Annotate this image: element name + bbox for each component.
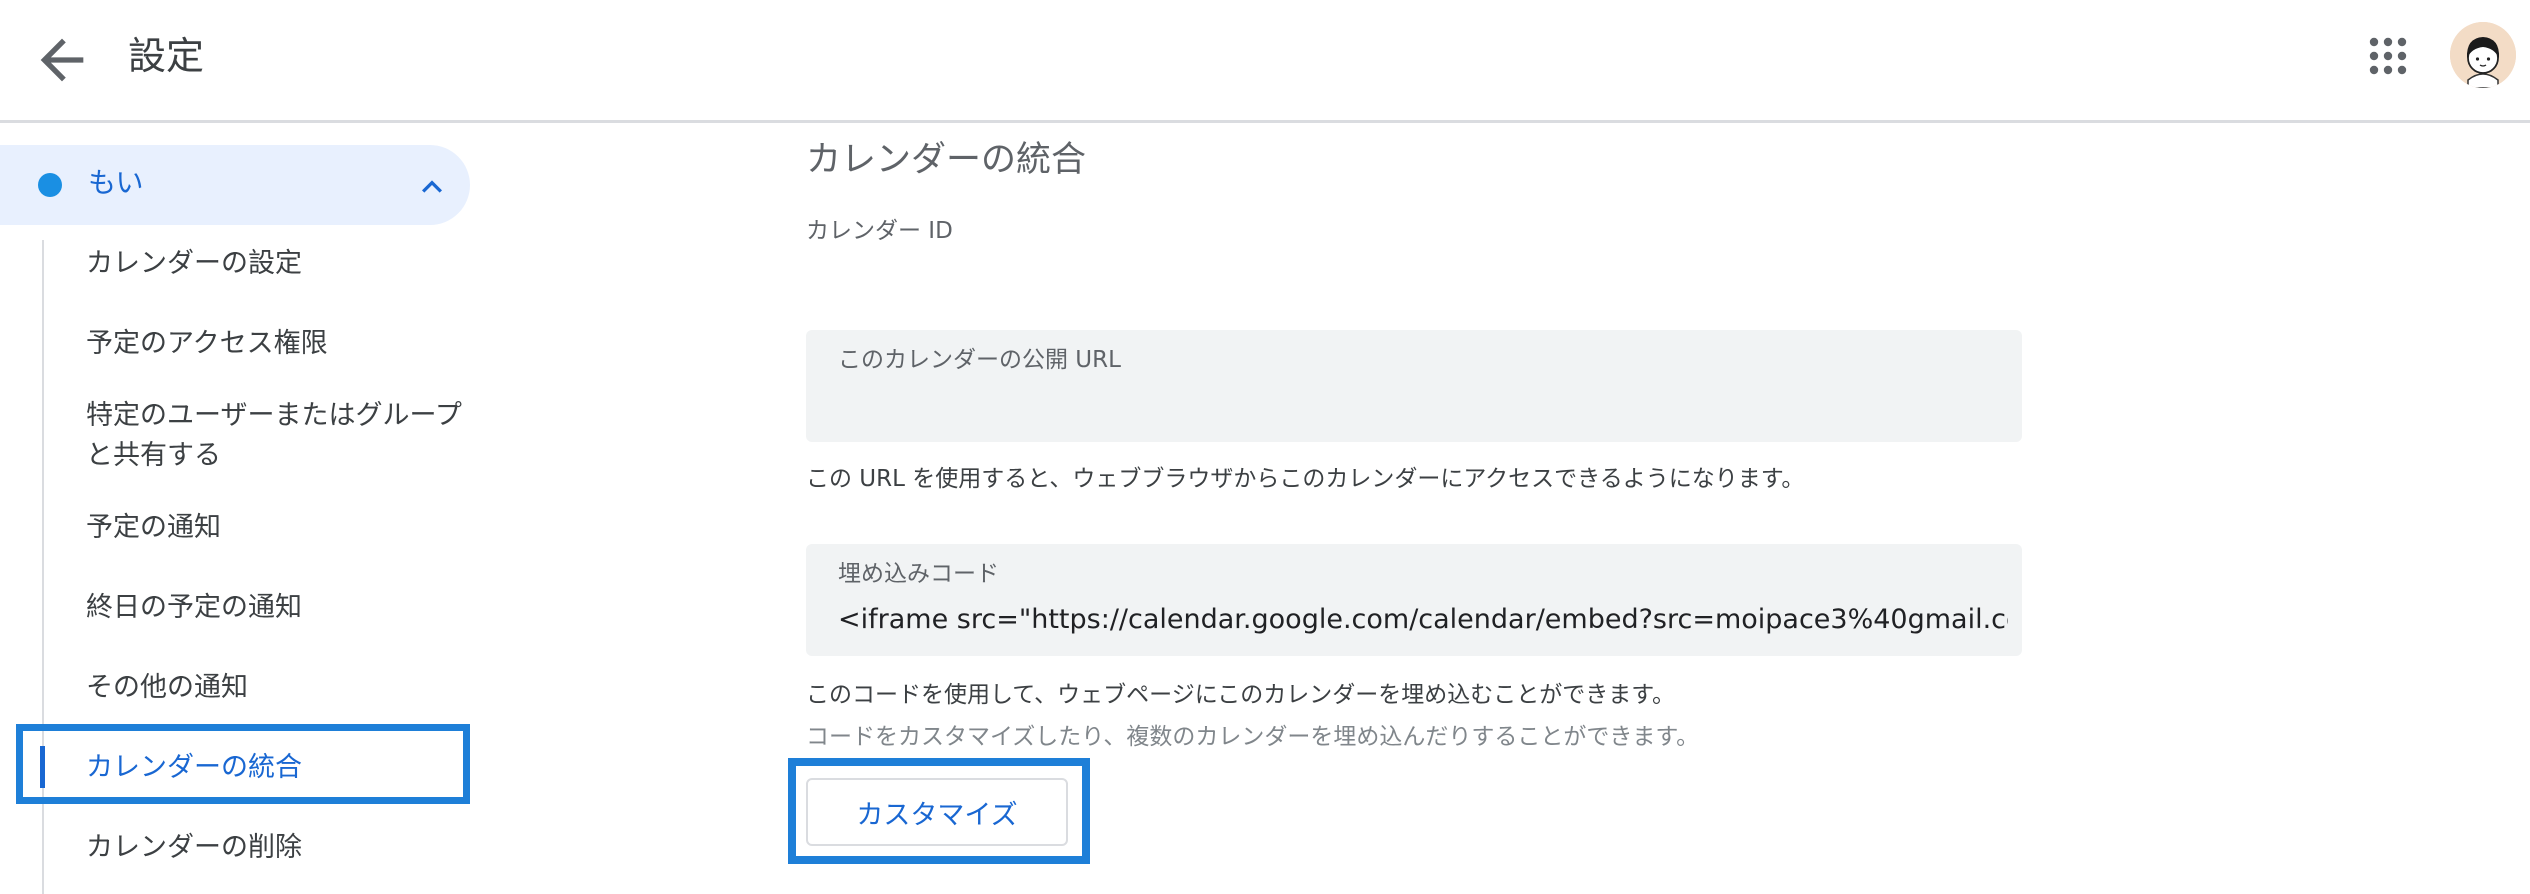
embed-code-field[interactable]: 埋め込みコード <iframe src="https://calendar.go… [806,544,2022,656]
public-url-field[interactable]: このカレンダーの公開 URL [806,330,2022,442]
embed-help: このコードを使用して、ウェブページにこのカレンダーを埋め込むことができます。 [806,682,1675,708]
calendar-id-label: カレンダー ID [806,218,953,244]
calendar-name: もい [88,166,144,199]
highlight-box-customize [788,758,1090,864]
chevron-up-icon [422,180,442,193]
highlight-box-sidebar [16,724,470,804]
app-header: 設定 [0,0,2530,122]
sidebar-item-remove-calendar[interactable]: カレンダーの削除 [86,828,302,868]
embed-code-value[interactable]: <iframe src="https://calendar.google.com… [838,600,2008,640]
sidebar-item-other-notifications[interactable]: その他の通知 [86,668,248,708]
calendar-nav-header[interactable]: もい [0,145,470,225]
calendar-color-dot [38,173,62,197]
user-avatar[interactable] [2450,22,2516,88]
arrow-back-icon [40,38,84,82]
public-url-label: このカレンダーの公開 URL [838,347,1121,373]
section-title: カレンダーの統合 [806,140,1087,180]
header-divider [0,120,2530,123]
public-url-help: この URL を使用すると、ウェブブラウザからこのカレンダーにアクセスできるよう… [806,466,1805,492]
sidebar-item-event-notifications[interactable]: 予定の通知 [86,508,221,548]
apps-grid-icon [2369,37,2407,75]
embed-code-label: 埋め込みコード [838,561,999,587]
apps-button[interactable] [2360,28,2416,84]
embed-help-sub: コードをカスタマイズしたり、複数のカレンダーを埋め込んだりすることができます。 [806,724,1700,750]
sidebar-item-share-with-people[interactable]: 特定のユーザーまたはグループと共有する [86,396,466,476]
sidebar-item-calendar-settings[interactable]: カレンダーの設定 [86,244,302,284]
sidebar-item-allday-notifications[interactable]: 終日の予定の通知 [86,588,302,628]
sidebar-item-access-permissions[interactable]: 予定のアクセス権限 [86,324,328,364]
back-button[interactable] [30,28,94,92]
page-title: 設定 [128,34,205,78]
avatar-face-icon [2450,22,2516,88]
